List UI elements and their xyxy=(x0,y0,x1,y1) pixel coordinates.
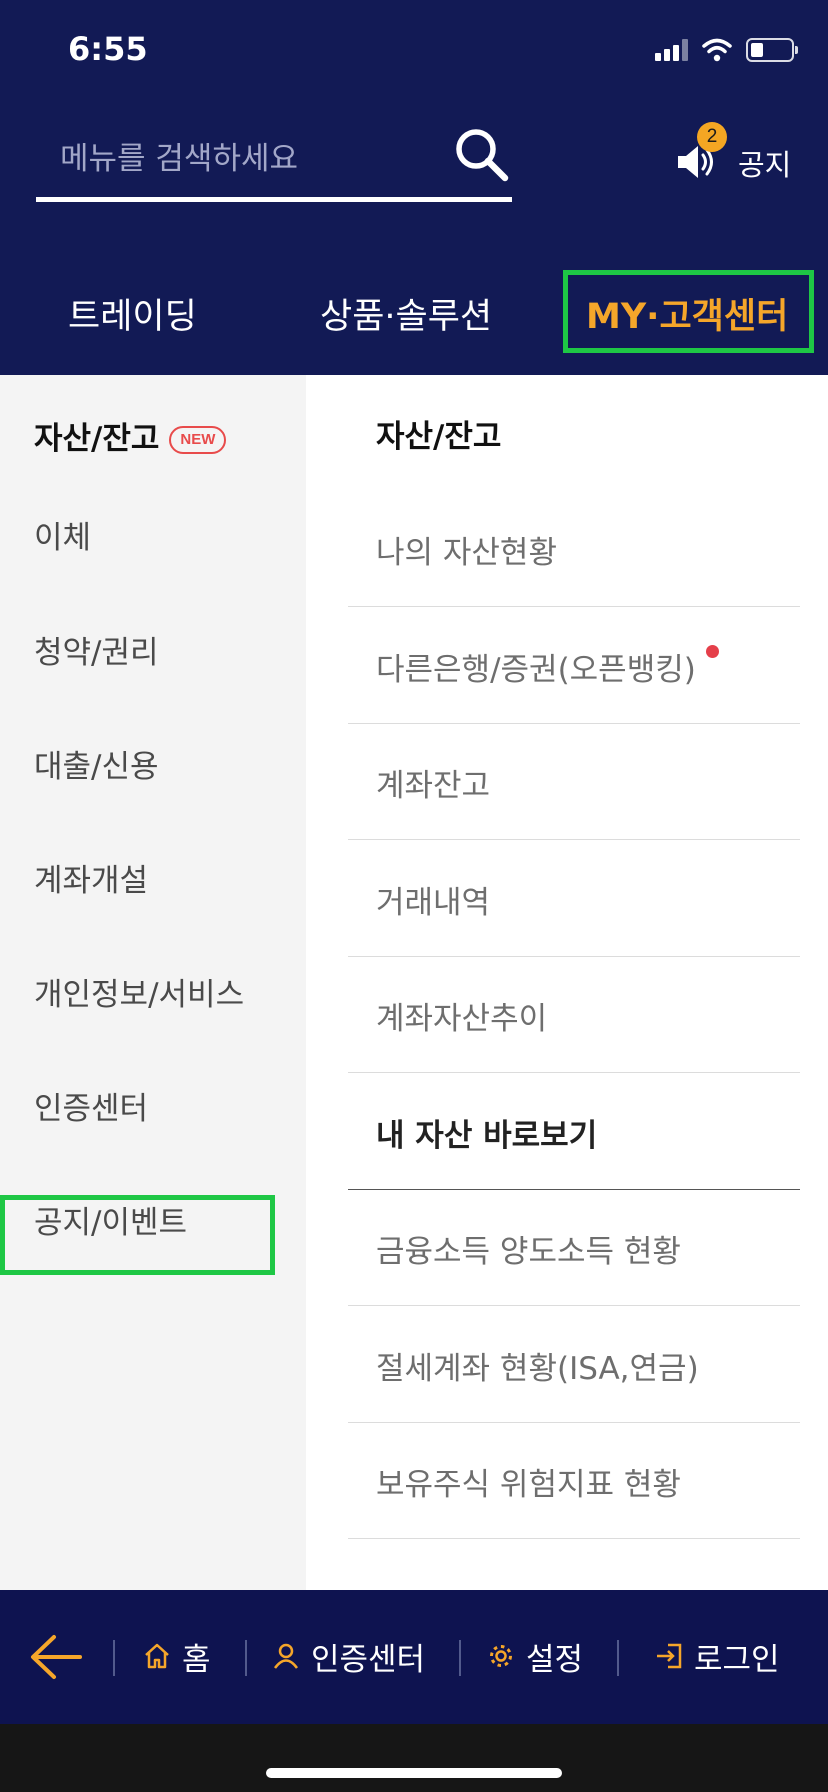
back-arrow-icon[interactable] xyxy=(28,1632,84,1682)
tab-my-customer-center[interactable]: MY·고객센터 xyxy=(586,288,788,339)
submenu-item-label: 거래내역 xyxy=(376,885,491,921)
status-time: 6:55 xyxy=(68,30,148,68)
auth-center-button[interactable]: 인증센터 xyxy=(271,1630,425,1682)
home-indicator[interactable] xyxy=(266,1768,562,1778)
submenu-item-label: 금융소득 양도소득 현황 xyxy=(376,1234,681,1270)
submenu-section-title-quick-view: 내 자산 바로보기 xyxy=(348,1074,800,1190)
notice-label: 공지 xyxy=(738,148,792,182)
home-button[interactable]: 홈 xyxy=(142,1630,211,1682)
category-assets-balance[interactable]: 자산/잔고 NEW xyxy=(34,413,227,458)
gear-icon xyxy=(490,1645,512,1667)
submenu-item-label: 나의 자산현황 xyxy=(376,535,557,571)
category-notice-event[interactable]: 공지/이벤트 xyxy=(34,1197,187,1242)
settings-label: 설정 xyxy=(526,1641,584,1678)
notice-button[interactable]: 2 공지 xyxy=(676,122,796,186)
user-icon xyxy=(273,1643,299,1669)
submenu-section-title-text: 자산/잔고 xyxy=(376,419,502,455)
login-icon xyxy=(657,1643,682,1669)
submenu-item-open-banking[interactable]: 다른은행/증권(오픈뱅킹) xyxy=(348,608,800,724)
category-subscription-rights[interactable]: 청약/권리 xyxy=(34,627,159,672)
submenu-item-label: 계좌자산추이 xyxy=(376,1001,548,1037)
tab-products-solutions[interactable]: 상품·솔루션 xyxy=(320,288,492,339)
category-personal-info-service[interactable]: 개인정보/서비스 xyxy=(34,969,244,1014)
status-bar: 6:55 xyxy=(0,0,828,100)
search-bar xyxy=(36,120,512,202)
submenu-item-label: 다른은행/증권(오픈뱅킹) xyxy=(376,652,696,688)
divider xyxy=(617,1640,619,1676)
category-label: 자산/잔고 xyxy=(34,421,160,457)
submenu-item-label: 절세계좌 현황(ISA,연금) xyxy=(376,1351,699,1387)
home-icon xyxy=(145,1643,169,1669)
category-account-opening[interactable]: 계좌개설 xyxy=(34,855,148,900)
submenu-item-label: 계좌잔고 xyxy=(376,768,491,804)
notice-count-badge: 2 xyxy=(697,122,727,152)
divider xyxy=(459,1640,461,1676)
status-icons xyxy=(655,36,798,64)
submenu-section-title-text: 내 자산 바로보기 xyxy=(376,1118,598,1154)
submenu-item-my-assets[interactable]: 나의 자산현황 xyxy=(348,491,800,607)
menu-content: 자산/잔고 NEW 이체 청약/권리 대출/신용 계좌개설 개인정보/서비스 인증… xyxy=(0,375,828,1590)
left-category-nav: 자산/잔고 NEW 이체 청약/권리 대출/신용 계좌개설 개인정보/서비스 인증… xyxy=(0,375,306,1590)
category-auth-center[interactable]: 인증센터 xyxy=(34,1083,148,1128)
login-button[interactable]: 로그인 xyxy=(654,1630,780,1682)
divider xyxy=(113,1640,115,1676)
submenu-item-asset-trend[interactable]: 계좌자산추이 xyxy=(348,957,800,1073)
submenu-section-title: 자산/잔고 xyxy=(348,375,800,491)
search-icon[interactable] xyxy=(452,126,512,186)
submenu-item-label: 보유주식 위험지표 현황 xyxy=(376,1467,681,1503)
category-transfer[interactable]: 이체 xyxy=(34,512,91,557)
submenu-item-account-balance[interactable]: 계좌잔고 xyxy=(348,724,800,840)
submenu-item-tax-saving-account[interactable]: 절세계좌 현황(ISA,연금) xyxy=(348,1307,800,1423)
bottom-nav: 홈 인증센터 설정 로그인 xyxy=(0,1590,828,1724)
divider xyxy=(245,1640,247,1676)
tab-trading[interactable]: 트레이딩 xyxy=(68,288,197,339)
search-input[interactable] xyxy=(60,134,460,184)
main-tabs: 트레이딩 상품·솔루션 MY·고객센터 xyxy=(0,260,828,375)
login-label: 로그인 xyxy=(694,1641,780,1678)
home-label: 홈 xyxy=(182,1641,211,1678)
new-indicator-dot xyxy=(705,645,719,658)
settings-button[interactable]: 설정 xyxy=(486,1630,583,1682)
submenu-item-transaction-history[interactable]: 거래내역 xyxy=(348,841,800,957)
wifi-icon xyxy=(702,38,732,62)
battery-icon xyxy=(746,38,798,62)
category-loan-credit[interactable]: 대출/신용 xyxy=(34,741,159,786)
new-badge: NEW xyxy=(169,426,227,454)
submenu-item-financial-income[interactable]: 금융소득 양도소득 현황 xyxy=(348,1190,800,1306)
cellular-signal-icon xyxy=(655,39,688,61)
auth-center-label: 인증센터 xyxy=(311,1641,426,1678)
home-indicator-bar xyxy=(0,1724,828,1792)
submenu-item-stock-risk[interactable]: 보유주식 위험지표 현황 xyxy=(348,1423,800,1539)
